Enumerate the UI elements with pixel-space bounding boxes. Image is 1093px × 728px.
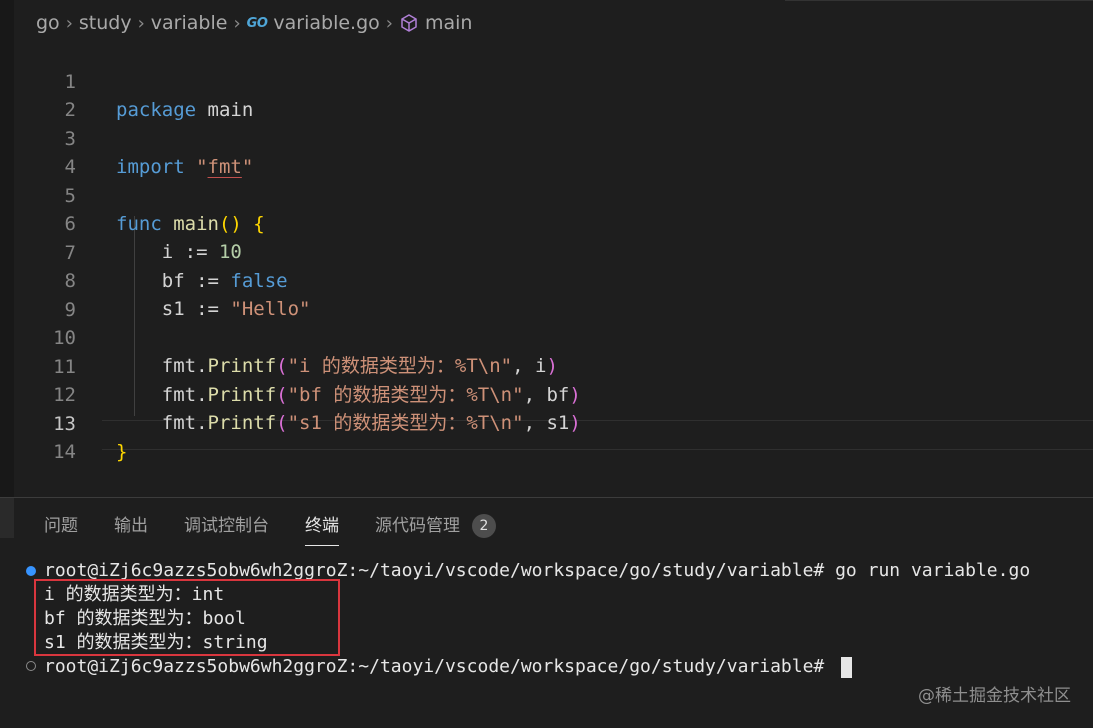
breadcrumb-item-study[interactable]: study	[79, 12, 132, 34]
tab-debug-console[interactable]: 调试控制台	[184, 508, 269, 544]
code-line-14: 14	[14, 410, 1093, 463]
chevron-right-icon: ›	[385, 12, 393, 34]
code-line-6: 6 i := 10	[14, 182, 1093, 263]
code-line-2: 2	[14, 68, 1093, 121]
panel-strip	[0, 498, 14, 538]
symbol-method-icon	[399, 13, 419, 33]
breadcrumb-item-file[interactable]: variable.go	[273, 12, 379, 34]
code-line-12: 12 fmt.Printf("s1 的数据类型为：%T\n", s1)	[14, 353, 1093, 434]
breadcrumb-item-go[interactable]: go	[36, 12, 60, 34]
code-line-13: 13 }	[14, 382, 1093, 463]
go-file-icon: GO	[246, 15, 268, 31]
code-editor[interactable]: 1 package main 2 3 import "fmt" 4 5 func…	[14, 40, 1093, 495]
terminal-cursor	[841, 656, 853, 678]
breadcrumb: go › study › variable › GO variable.go ›…	[36, 8, 472, 38]
code-line-1: 1 package main	[14, 40, 1093, 121]
terminal-prompt: root@iZj6c9azzs5obw6wh2ggroZ:~/taoyi/vsc…	[44, 656, 836, 677]
scm-count-badge: 2	[472, 514, 496, 538]
chevron-right-icon: ›	[233, 12, 241, 34]
terminal-prompt-line[interactable]: root@iZj6c9azzs5obw6wh2ggroZ:~/taoyi/vsc…	[44, 655, 853, 679]
chevron-right-icon: ›	[137, 12, 145, 34]
code-line-10: 10 fmt.Printf("i 的数据类型为：%T\n", i)	[14, 296, 1093, 377]
bottom-panel: 问题 输出 调试控制台 终端 源代码管理 2 root@iZj6c9azzs5o…	[0, 497, 1093, 728]
top-divider	[785, 0, 1093, 5]
code-line-3: 3 import "fmt"	[14, 97, 1093, 178]
code-line-7: 7 bf := false	[14, 211, 1093, 292]
code-line-4: 4	[14, 125, 1093, 178]
code-line-8: 8 s1 := "Hello"	[14, 239, 1093, 320]
panel-tabs: 问题 输出 调试控制台 终端 源代码管理 2	[44, 508, 496, 546]
code-content: }	[116, 438, 127, 466]
chevron-right-icon: ›	[65, 12, 73, 34]
code-line-11: 11 fmt.Printf("bf 的数据类型为：%T\n", bf)	[14, 325, 1093, 406]
output-highlight-box	[34, 579, 340, 656]
tab-source-control[interactable]: 源代码管理	[375, 508, 460, 544]
code-line-5: 5 func main() {	[14, 154, 1093, 235]
code-line-9: 9	[14, 268, 1093, 321]
breadcrumb-item-symbol[interactable]: main	[425, 12, 472, 34]
breadcrumb-item-variable[interactable]: variable	[151, 12, 228, 34]
tab-terminal[interactable]: 终端	[305, 508, 339, 546]
line-number: 14	[53, 441, 76, 463]
command-success-icon	[26, 566, 36, 576]
tab-problems[interactable]: 问题	[44, 508, 78, 544]
token-brace: }	[116, 441, 128, 463]
tab-output[interactable]: 输出	[114, 508, 148, 544]
command-pending-icon	[26, 661, 36, 671]
watermark: @稀土掘金技术社区	[918, 686, 1071, 706]
